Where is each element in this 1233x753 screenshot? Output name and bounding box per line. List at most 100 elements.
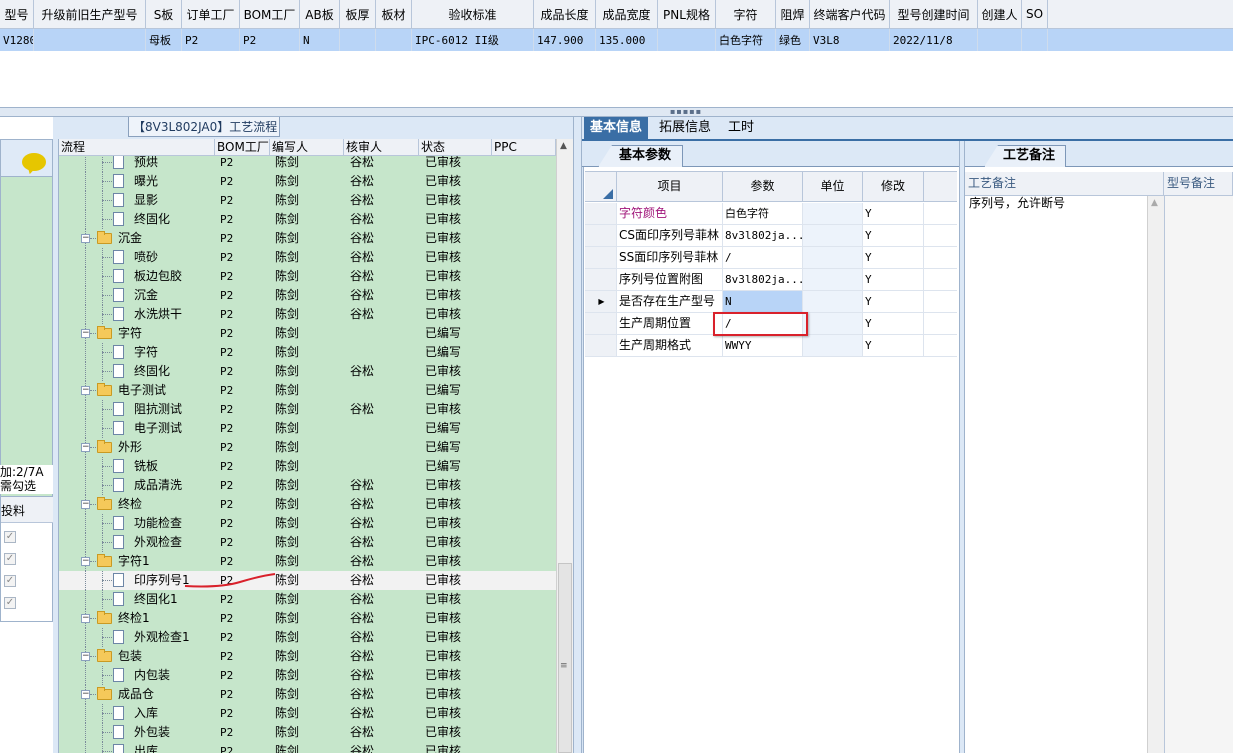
tree-row[interactable]: 入库 P2 陈剑 谷松 已审核 bbox=[59, 704, 556, 723]
top-row-cell[interactable]: 绿色 bbox=[776, 29, 810, 51]
param-modify[interactable]: Y bbox=[863, 225, 924, 246]
collapse-icon[interactable]: − bbox=[81, 329, 90, 338]
param-unit[interactable] bbox=[803, 291, 863, 312]
param-value[interactable]: WWYY bbox=[723, 335, 803, 356]
param-modify[interactable]: Y bbox=[863, 313, 924, 334]
tree-row[interactable]: 喷砂 P2 陈剑 谷松 已审核 bbox=[59, 248, 556, 267]
top-col-header[interactable]: 成品宽度 bbox=[596, 0, 658, 28]
tree-row[interactable]: 外观检查1 P2 陈剑 谷松 已审核 bbox=[59, 628, 556, 647]
tree-row[interactable]: 终固化1 P2 陈剑 谷松 已审核 bbox=[59, 590, 556, 609]
param-row[interactable]: 生产周期格式 WWYY Y bbox=[585, 335, 957, 357]
tab-process-notes[interactable]: 工艺备注 bbox=[984, 145, 1066, 167]
tree-row[interactable]: − 电子测试 P2 陈剑 已编写 bbox=[59, 381, 556, 400]
top-col-header[interactable]: 订单工厂 bbox=[182, 0, 240, 28]
collapse-icon[interactable]: − bbox=[81, 443, 90, 452]
param-row[interactable]: CS面印序列号菲林 8v3l802ja... Y bbox=[585, 225, 957, 247]
comment-bubble-icon[interactable] bbox=[22, 153, 46, 171]
top-col-header[interactable]: 创建人 bbox=[978, 0, 1022, 28]
param-unit[interactable] bbox=[803, 247, 863, 268]
tree-scroll-thumb[interactable] bbox=[558, 563, 572, 753]
splitter-grip-icon[interactable]: ▪▪▪▪▪ bbox=[670, 108, 720, 116]
collapse-icon[interactable]: − bbox=[81, 614, 90, 623]
top-row-cell[interactable]: N bbox=[300, 29, 340, 51]
top-row-cell[interactable] bbox=[340, 29, 376, 51]
tree-row[interactable]: 曝光 P2 陈剑 谷松 已审核 bbox=[59, 172, 556, 191]
param-modify[interactable]: Y bbox=[863, 291, 924, 312]
tree-col-reviewer[interactable]: 核审人 bbox=[344, 139, 419, 155]
top-row-cell[interactable]: 母板 bbox=[146, 29, 182, 51]
tab-work-hours[interactable]: 工时 bbox=[722, 117, 760, 141]
top-row-cell[interactable]: 2022/11/8 bbox=[890, 29, 978, 51]
top-col-header[interactable]: 验收标准 bbox=[412, 0, 534, 28]
param-modify[interactable]: Y bbox=[863, 269, 924, 290]
top-row-cell[interactable] bbox=[658, 29, 716, 51]
tree-row[interactable]: 印序列号1 P2 陈剑 谷松 已审核 bbox=[59, 571, 556, 590]
param-value[interactable]: 白色字符 bbox=[723, 203, 803, 224]
param-row[interactable]: 字符颜色 白色字符 Y bbox=[585, 203, 957, 225]
check-2[interactable]: ✓ bbox=[4, 553, 16, 565]
tab-basic-params[interactable]: 基本参数 bbox=[598, 145, 683, 167]
top-row-cell[interactable]: P2 bbox=[182, 29, 240, 51]
collapse-icon[interactable]: − bbox=[81, 386, 90, 395]
top-col-header[interactable]: S板 bbox=[146, 0, 182, 28]
param-row[interactable]: 序列号位置附图 8v3l802ja... Y bbox=[585, 269, 957, 291]
tree-col-status[interactable]: 状态 bbox=[419, 139, 492, 155]
tab-basic-info[interactable]: 基本信息 bbox=[584, 117, 649, 141]
tree-row[interactable]: − 终检 P2 陈剑 谷松 已审核 bbox=[59, 495, 556, 514]
tree-col-factory[interactable]: BOM工厂 bbox=[215, 139, 270, 155]
top-col-header[interactable]: 型号创建时间 bbox=[890, 0, 978, 28]
params-col-value[interactable]: 参数 bbox=[723, 171, 803, 202]
model-notes-area[interactable] bbox=[1164, 196, 1233, 753]
top-row-cell[interactable]: V1280 bbox=[0, 29, 34, 51]
tree-row[interactable]: 电子测试 P2 陈剑 已编写 bbox=[59, 419, 556, 438]
top-col-header[interactable]: AB板 bbox=[300, 0, 340, 28]
tree-row[interactable]: 外观检查 P2 陈剑 谷松 已审核 bbox=[59, 533, 556, 552]
param-unit[interactable] bbox=[803, 203, 863, 224]
param-unit[interactable] bbox=[803, 225, 863, 246]
param-modify[interactable]: Y bbox=[863, 247, 924, 268]
collapse-icon[interactable]: − bbox=[81, 234, 90, 243]
top-col-header[interactable]: 升级前旧生产型号 bbox=[34, 0, 146, 28]
tree-row[interactable]: 终固化 P2 陈剑 谷松 已审核 bbox=[59, 210, 556, 229]
param-unit[interactable] bbox=[803, 269, 863, 290]
top-col-header[interactable]: 板材 bbox=[376, 0, 412, 28]
top-row-cell[interactable] bbox=[376, 29, 412, 51]
param-value[interactable]: 8v3l802ja... bbox=[723, 269, 803, 290]
param-unit[interactable] bbox=[803, 313, 863, 334]
tree-row[interactable]: − 外形 P2 陈剑 已编写 bbox=[59, 438, 556, 457]
check-3[interactable]: ✓ bbox=[4, 575, 16, 587]
param-value[interactable]: N bbox=[723, 291, 803, 312]
params-col-modify[interactable]: 修改 bbox=[863, 171, 924, 202]
top-col-header[interactable]: 终端客户代码 bbox=[810, 0, 890, 28]
top-col-header[interactable]: 板厚 bbox=[340, 0, 376, 28]
top-col-header[interactable]: 型号 bbox=[0, 0, 34, 28]
tree-row[interactable]: 铣板 P2 陈剑 已编写 bbox=[59, 457, 556, 476]
top-col-header[interactable]: SO bbox=[1022, 0, 1048, 28]
collapse-icon[interactable]: − bbox=[81, 557, 90, 566]
tab-extended-info[interactable]: 拓展信息 bbox=[653, 117, 717, 141]
top-row-cell[interactable]: 147.900 bbox=[534, 29, 596, 51]
collapse-icon[interactable]: − bbox=[81, 690, 90, 699]
process-note-text[interactable]: 序列号，允许断号 bbox=[969, 196, 1145, 211]
scroll-up-icon[interactable]: ▲ bbox=[560, 141, 567, 151]
tree-scrollbar[interactable]: ▲ ≡ bbox=[556, 139, 573, 753]
top-col-header[interactable]: BOM工厂 bbox=[240, 0, 300, 28]
top-col-header[interactable]: 成品长度 bbox=[534, 0, 596, 28]
tree-row[interactable]: − 包装 P2 陈剑 谷松 已审核 bbox=[59, 647, 556, 666]
tree-row[interactable]: 出库 P2 陈剑 谷松 已审核 bbox=[59, 742, 556, 753]
tree-row[interactable]: 显影 P2 陈剑 谷松 已审核 bbox=[59, 191, 556, 210]
tree-row[interactable]: 外包装 P2 陈剑 谷松 已审核 bbox=[59, 723, 556, 742]
tree-col-writer[interactable]: 编写人 bbox=[270, 139, 344, 155]
tree-row[interactable]: − 字符1 P2 陈剑 谷松 已审核 bbox=[59, 552, 556, 571]
vertical-splitter[interactable] bbox=[573, 117, 582, 753]
tree-col-flow[interactable]: 流程 bbox=[59, 139, 215, 155]
tree-row[interactable]: − 终检1 P2 陈剑 谷松 已审核 bbox=[59, 609, 556, 628]
tree-row[interactable]: 终固化 P2 陈剑 谷松 已审核 bbox=[59, 362, 556, 381]
notes-col-process[interactable]: 工艺备注 bbox=[965, 172, 1164, 196]
param-row[interactable]: ▶ 是否存在生产型号 N Y bbox=[585, 291, 957, 313]
tree-row[interactable]: 内包装 P2 陈剑 谷松 已审核 bbox=[59, 666, 556, 685]
param-unit[interactable] bbox=[803, 335, 863, 356]
tree-row[interactable]: 板边包胶 P2 陈剑 谷松 已审核 bbox=[59, 267, 556, 286]
tree-row[interactable]: − 成品仓 P2 陈剑 谷松 已审核 bbox=[59, 685, 556, 704]
tree-row[interactable]: 预烘 P2 陈剑 谷松 已审核 bbox=[59, 156, 556, 172]
